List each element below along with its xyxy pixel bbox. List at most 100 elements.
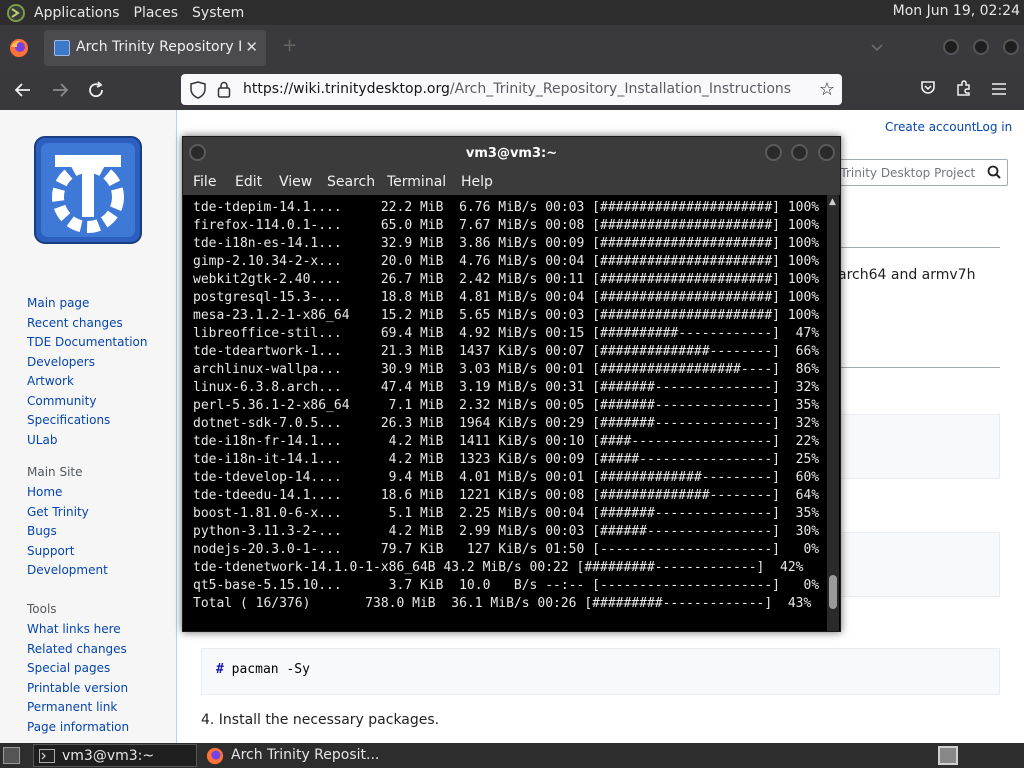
heading-divider [838, 247, 1000, 248]
sidebar-link-developers[interactable]: Developers [27, 355, 147, 375]
list-all-tabs-icon[interactable] [870, 41, 884, 55]
window-maximize-button[interactable] [973, 39, 989, 55]
terminal-menu-search[interactable]: Search [327, 174, 375, 190]
terminal-menu-help[interactable]: Help [461, 174, 493, 190]
log-in-link[interactable]: Log in [976, 120, 1012, 134]
terminal-line: python-3.11.3-2-... 4.2 MiB 2.99 MiB/s 0… [193, 524, 820, 539]
terminal-maximize-button[interactable] [791, 144, 808, 161]
sidebar-link-home[interactable]: Home [27, 485, 108, 505]
sidebar-link-community[interactable]: Community [27, 394, 147, 414]
tab-close-icon[interactable]: ✕ [245, 38, 258, 56]
terminal-window[interactable]: vm3@vm3:~ File Edit View Search Terminal… [182, 136, 841, 632]
sidebar-link-development[interactable]: Development [27, 563, 108, 583]
wiki-search-input[interactable]: h Trinity Desktop Project [820, 159, 1008, 186]
places-menu[interactable]: Places [134, 5, 179, 21]
taskbar-item-firefox[interactable]: Arch Trinity Reposit... [203, 744, 403, 767]
terminal-line: tde-i18n-it-14.1... 4.2 MiB 1323 KiB/s 0… [193, 452, 820, 467]
window-minimize-button[interactable] [943, 39, 959, 55]
new-tab-button[interactable]: + [282, 35, 297, 56]
terminal-line: mesa-23.1.2-1-x86_64 15.2 MiB 5.65 MiB/s… [193, 308, 820, 323]
forward-arrow-icon[interactable] [51, 81, 69, 99]
terminal-line: boost-1.81.0-6-x... 5.1 MiB 2.25 MiB/s 0… [193, 506, 820, 521]
create-account-link[interactable]: Create account [885, 120, 977, 134]
taskbar-item-terminal[interactable]: vm3@vm3:~ [33, 744, 197, 767]
terminal-line: gimp-2.10.34-2-x... 20.0 MiB 4.76 MiB/s … [193, 254, 820, 269]
firefox-app-icon [206, 747, 224, 765]
sidebar-link-recent-changes[interactable]: Recent changes [27, 316, 147, 336]
terminal-output[interactable]: tde-tdepim-14.1.... 22.2 MiB 6.76 MiB/s … [193, 199, 825, 627]
sidebar-link-ulab[interactable]: ULab [27, 433, 147, 453]
back-arrow-icon[interactable] [14, 81, 32, 99]
sidebar-heading-main-site: Main Site [27, 465, 83, 479]
terminal-line: firefox-114.0.1-... 65.0 MiB 7.67 MiB/s … [193, 218, 820, 233]
distro-logo-icon[interactable] [6, 3, 26, 23]
sidebar-link-permanent-link[interactable]: Permanent link [27, 700, 129, 720]
sidebar-heading-tools: Tools [27, 602, 57, 616]
pocket-icon[interactable] [920, 79, 936, 95]
browser-tab-active[interactable]: Arch Trinity Repository Insta ✕ [44, 30, 266, 66]
system-menu[interactable]: System [192, 5, 244, 21]
sidebar-link-special-pages[interactable]: Special pages [27, 661, 129, 681]
terminal-titlebar[interactable]: vm3@vm3:~ [183, 137, 840, 170]
terminal-line: tde-i18n-es-14.1... 32.9 MiB 3.86 MiB/s … [193, 236, 820, 251]
terminal-menu-file[interactable]: File [193, 174, 216, 190]
terminal-line: webkit2gtk-2.40.... 26.7 MiB 2.42 MiB/s … [193, 272, 820, 287]
workspace-switcher[interactable] [938, 746, 958, 765]
terminal-close-button[interactable] [818, 144, 835, 161]
taskbar-terminal-label: vm3@vm3:~ [62, 748, 155, 764]
sidebar-link-main-page[interactable]: Main page [27, 296, 147, 316]
sidebar-link-printable-version[interactable]: Printable version [27, 681, 129, 701]
taskbar-firefox-label: Arch Trinity Reposit... [231, 747, 380, 763]
terminal-app-icon [39, 749, 55, 763]
sidebar-link-what-links-here[interactable]: What links here [27, 622, 129, 642]
terminal-scrollbar[interactable]: ▲ [827, 195, 839, 631]
window-close-button[interactable] [1003, 39, 1019, 55]
terminal-line: Total ( 16/376) 738.0 MiB 36.1 MiB/s 00:… [193, 596, 812, 611]
extensions-puzzle-icon[interactable] [955, 79, 973, 97]
sidebar-link-tde-documentation[interactable]: TDE Documentation [27, 335, 147, 355]
sidebar-link-specifications[interactable]: Specifications [27, 413, 147, 433]
panel-clock[interactable]: Mon Jun 19, 02:24 [893, 3, 1020, 19]
applications-menu[interactable]: Applications [34, 5, 120, 21]
section-divider [838, 367, 1000, 368]
terminal-menu-terminal[interactable]: Terminal [387, 174, 446, 190]
browser-tab-strip: Arch Trinity Repository Insta ✕ + [0, 25, 1024, 70]
sidebar-navigation: Main page Recent changes TDE Documentati… [27, 296, 147, 452]
terminal-line: dotnet-sdk-7.0.5... 26.3 MiB 1964 KiB/s … [193, 416, 820, 431]
bookmark-star-icon[interactable]: ☆ [819, 79, 835, 100]
trinity-logo-icon[interactable] [33, 135, 143, 245]
search-placeholder: h Trinity Desktop Project [829, 166, 976, 180]
body-text-fragment: arch64 and armv7h [838, 267, 976, 283]
pacman-command: # pacman -Sy [216, 662, 310, 677]
step-4-text: 4. Install the necessary packages. [201, 712, 440, 728]
terminal-line: tde-i18n-fr-14.1... 4.2 MiB 1411 KiB/s 0… [193, 434, 820, 449]
sidebar-link-related-changes[interactable]: Related changes [27, 642, 129, 662]
trinity-favicon-icon [54, 40, 70, 56]
terminal-line: tde-tdenetwork-14.1.0-1-x86_64B 43.2 MiB… [193, 560, 804, 575]
search-icon[interactable] [987, 165, 1001, 179]
url-bar[interactable]: https://wiki.trinitydesktop.org/Arch_Tri… [181, 74, 842, 105]
hamburger-menu-icon[interactable] [991, 82, 1007, 96]
tracking-protection-shield-icon[interactable] [190, 81, 206, 99]
terminal-minimize-button[interactable] [765, 144, 782, 161]
sidebar-link-bugs[interactable]: Bugs [27, 524, 108, 544]
terminal-line: postgresql-15.3-... 18.8 MiB 4.81 MiB/s … [193, 290, 820, 305]
bottom-taskbar: vm3@vm3:~ Arch Trinity Reposit... [0, 743, 1024, 768]
reload-icon[interactable] [87, 81, 105, 99]
lock-icon[interactable] [217, 81, 231, 98]
show-desktop-icon[interactable] [3, 747, 20, 764]
terminal-menu-edit[interactable]: Edit [235, 174, 262, 190]
browser-nav-bar: https://wiki.trinitydesktop.org/Arch_Tri… [0, 70, 1024, 110]
code-block-pacman: # pacman -Sy [201, 648, 1000, 695]
url-text[interactable]: https://wiki.trinitydesktop.org/Arch_Tri… [243, 81, 791, 97]
terminal-menu-view[interactable]: View [279, 174, 312, 190]
firefox-view-icon[interactable] [9, 38, 29, 58]
sidebar-link-page-information[interactable]: Page information [27, 720, 129, 740]
terminal-scrollbar-thumb[interactable] [829, 575, 837, 609]
terminal-menubar: File Edit View Search Terminal Help [183, 170, 840, 195]
terminal-line: tde-tdepim-14.1.... 22.2 MiB 6.76 MiB/s … [193, 200, 820, 215]
sidebar-link-artwork[interactable]: Artwork [27, 374, 147, 394]
sidebar-link-support[interactable]: Support [27, 544, 108, 564]
scroll-up-arrow-icon[interactable]: ▲ [829, 197, 836, 207]
sidebar-link-get-trinity[interactable]: Get Trinity [27, 505, 108, 525]
